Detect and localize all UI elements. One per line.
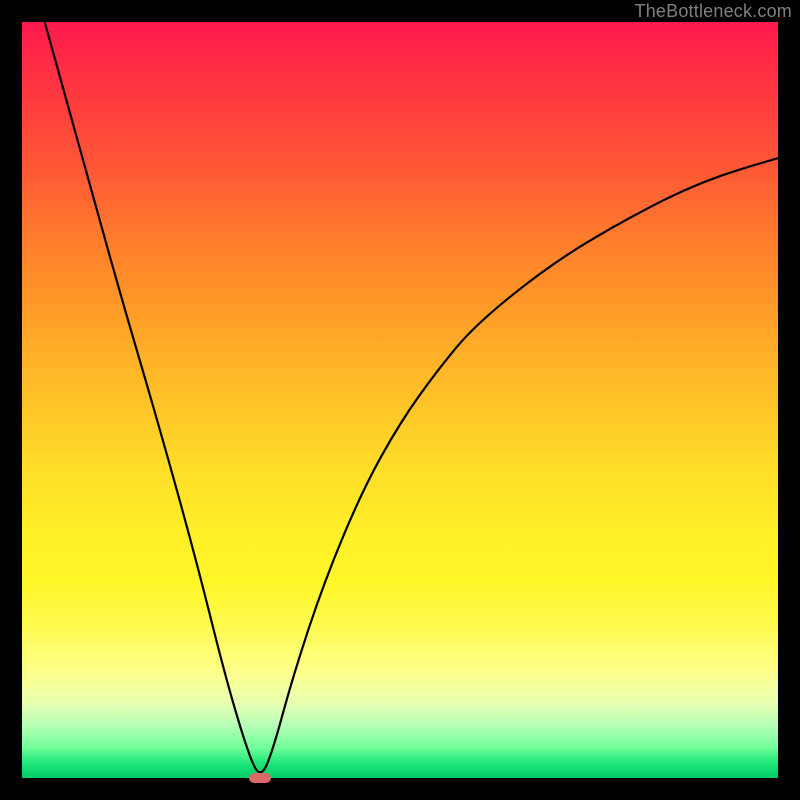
minimum-marker	[249, 773, 271, 783]
plot-area	[22, 22, 778, 778]
curve-svg	[22, 22, 778, 778]
bottleneck-curve	[45, 22, 778, 772]
chart-frame: TheBottleneck.com	[0, 0, 800, 800]
watermark-text: TheBottleneck.com	[635, 0, 792, 22]
